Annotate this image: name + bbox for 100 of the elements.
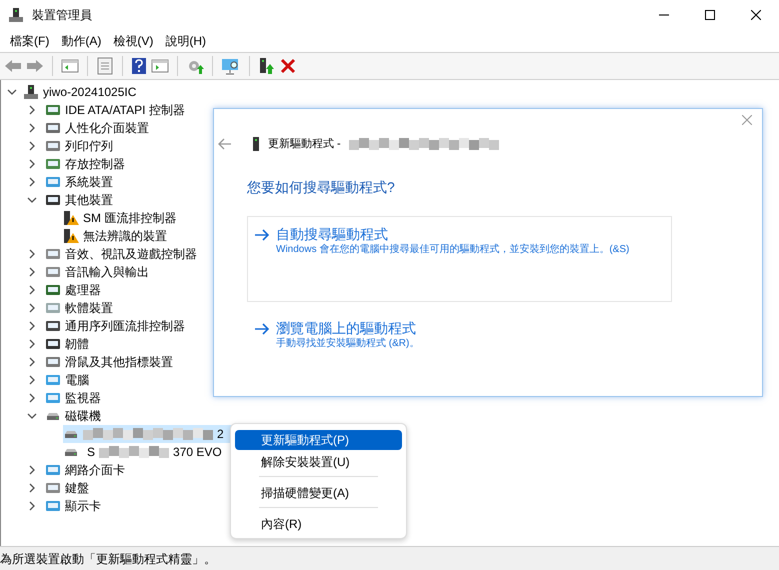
properties-icon[interactable]	[96, 57, 114, 75]
tree-item-label: 滑鼠及其他指標裝置	[65, 354, 173, 371]
tree-item-label: 磁碟機	[65, 408, 101, 425]
option-title: 自動搜尋驅動程式	[276, 224, 389, 242]
tree-item[interactable]: 無法辨識的裝置	[63, 227, 171, 245]
device-icon	[45, 372, 61, 388]
device-icon	[45, 264, 61, 280]
arrow-right-icon	[254, 322, 270, 336]
computer-icon	[23, 84, 39, 100]
search-option[interactable]: 自動搜尋驅動程式 Windows 會在您的電腦中搜尋最佳可用的驅動程式，並安裝到您的裝置上。(&S)	[247, 216, 672, 302]
tree-item[interactable]: 音效、視訊及遊戲控制器	[45, 245, 197, 263]
uninstall-x-icon[interactable]	[280, 58, 296, 74]
tree-item[interactable]: 其他裝置	[45, 191, 113, 209]
menu-item[interactable]: 說明(H)	[159, 31, 212, 51]
tree-item[interactable]: 系統裝置	[45, 173, 113, 191]
tree-item-label: 音效、視訊及遊戲控制器	[65, 246, 197, 263]
device-icon	[45, 192, 61, 208]
scan-monitor-icon[interactable]	[221, 57, 241, 75]
forward-arrow-icon[interactable]	[26, 58, 44, 74]
device-icon	[45, 156, 61, 172]
tree-item[interactable]: 鍵盤	[45, 479, 89, 497]
dialog-title: 更新驅動程式 -	[268, 136, 341, 152]
tree-item[interactable]: 磁碟機	[45, 407, 101, 425]
tree-item-label: 存放控制器	[65, 156, 125, 173]
tree-item[interactable]: IDE ATA/ATAPI 控制器	[45, 101, 185, 119]
back-arrow-icon[interactable]	[218, 138, 232, 150]
device-icon	[252, 137, 260, 152]
tree-item[interactable]: SM 匯流排控制器	[63, 209, 180, 227]
tree-item-label: 無法辨識的裝置	[83, 228, 167, 245]
tree-item-label: 通用序列匯流排控制器	[65, 318, 185, 335]
tree-item-label: yiwo-20241025IC	[43, 84, 136, 101]
dialog-heading: 您要如何搜尋驅動程式?	[247, 178, 396, 196]
tree-item[interactable]: 電腦	[45, 371, 89, 389]
action-pane-icon[interactable]	[151, 58, 169, 74]
tree-item[interactable]: 通用序列匯流排控制器	[45, 317, 185, 335]
device-icon	[45, 336, 61, 352]
tree-item-label: 顯示卡	[65, 498, 101, 515]
device-icon	[45, 480, 61, 496]
device-icon	[45, 462, 61, 478]
warning-device-icon	[63, 228, 79, 244]
tree-item-label: 處理器	[65, 282, 101, 299]
tree-item-label: 2	[217, 426, 224, 443]
tree-item-label: SM 匯流排控制器	[83, 210, 176, 227]
tree-item-label: 韌體	[65, 336, 89, 353]
tree-item[interactable]: 網路介面卡	[45, 461, 125, 479]
collapse-chevron-icon[interactable]	[27, 411, 37, 421]
device-icon	[45, 354, 61, 370]
back-arrow-icon[interactable]	[4, 58, 22, 74]
tree-item[interactable]: 監視器	[45, 389, 101, 407]
maximize-icon	[705, 10, 715, 20]
tree-item-label: 電腦	[65, 372, 89, 389]
tree-item[interactable]: 韌體	[45, 335, 89, 353]
device-icon	[45, 498, 61, 514]
console-tree-icon[interactable]	[61, 58, 79, 74]
tree-item-label: 370 EVO	[173, 444, 222, 461]
warning-device-icon	[63, 210, 79, 226]
tree-item[interactable]: S 370 EVO	[63, 443, 226, 461]
option-title: 瀏覽電腦上的驅動程式	[276, 318, 417, 336]
device-icon	[45, 318, 61, 334]
tree-item-label: IDE ATA/ATAPI 控制器	[65, 102, 185, 119]
redaction-mosaic-icon	[83, 428, 213, 440]
context-menu-item[interactable]: 更新驅動程式(P)	[235, 430, 402, 450]
window-title: 裝置管理員	[32, 7, 92, 24]
tree-item-label: 音訊輸入與輸出	[65, 264, 149, 281]
context-menu-item[interactable]: 掃描硬體變更(A)	[235, 483, 402, 503]
enable-device-icon[interactable]	[258, 57, 276, 75]
device-icon	[45, 300, 61, 316]
close-icon[interactable]	[742, 115, 752, 125]
option-description: 手動尋找並安裝驅動程式 (&R)。	[276, 336, 420, 350]
device-icon	[45, 390, 61, 406]
tree-item[interactable]: 人性化介面裝置	[45, 119, 149, 137]
tree-item-label: 鍵盤	[65, 480, 89, 497]
help-icon[interactable]	[131, 57, 147, 75]
menu-item[interactable]: 檢視(V)	[107, 31, 160, 51]
tree-item-label: 網路介面卡	[65, 462, 125, 479]
menu-item[interactable]: 檔案(F)	[4, 31, 56, 51]
computer-icon	[8, 7, 24, 23]
tree-item[interactable]: 處理器	[45, 281, 101, 299]
collapse-chevron-icon[interactable]	[7, 87, 17, 97]
menu-item[interactable]: 動作(A)	[55, 31, 108, 51]
device-icon	[45, 282, 61, 298]
status-text: 為所選裝置啟動「更新驅動程式精靈」。	[0, 550, 216, 568]
tree-item[interactable]: 滑鼠及其他指標裝置	[45, 353, 173, 371]
tree-item[interactable]: 音訊輸入與輸出	[45, 263, 149, 281]
device-icon	[45, 174, 61, 190]
arrow-right-icon	[254, 228, 270, 242]
collapse-chevron-icon[interactable]	[27, 195, 37, 205]
tree-item[interactable]: yiwo-20241025IC	[23, 83, 136, 101]
tree-item-label: 列印佇列	[65, 138, 113, 155]
search-option[interactable]: 瀏覽電腦上的驅動程式 手動尋找並安裝驅動程式 (&R)。	[247, 310, 672, 360]
device-icon	[45, 138, 61, 154]
context-menu-item[interactable]: 內容(R)	[235, 514, 402, 534]
device-icon	[45, 246, 61, 262]
tree-item[interactable]: 列印佇列	[45, 137, 113, 155]
context-menu-item[interactable]: 解除安裝裝置(U)	[235, 452, 402, 472]
tree-item[interactable]: 存放控制器	[45, 155, 125, 173]
tree-item[interactable]: 軟體裝置	[45, 299, 113, 317]
device-icon	[45, 120, 61, 136]
tree-item[interactable]: 顯示卡	[45, 497, 101, 515]
redaction-mosaic-icon	[348, 138, 499, 150]
